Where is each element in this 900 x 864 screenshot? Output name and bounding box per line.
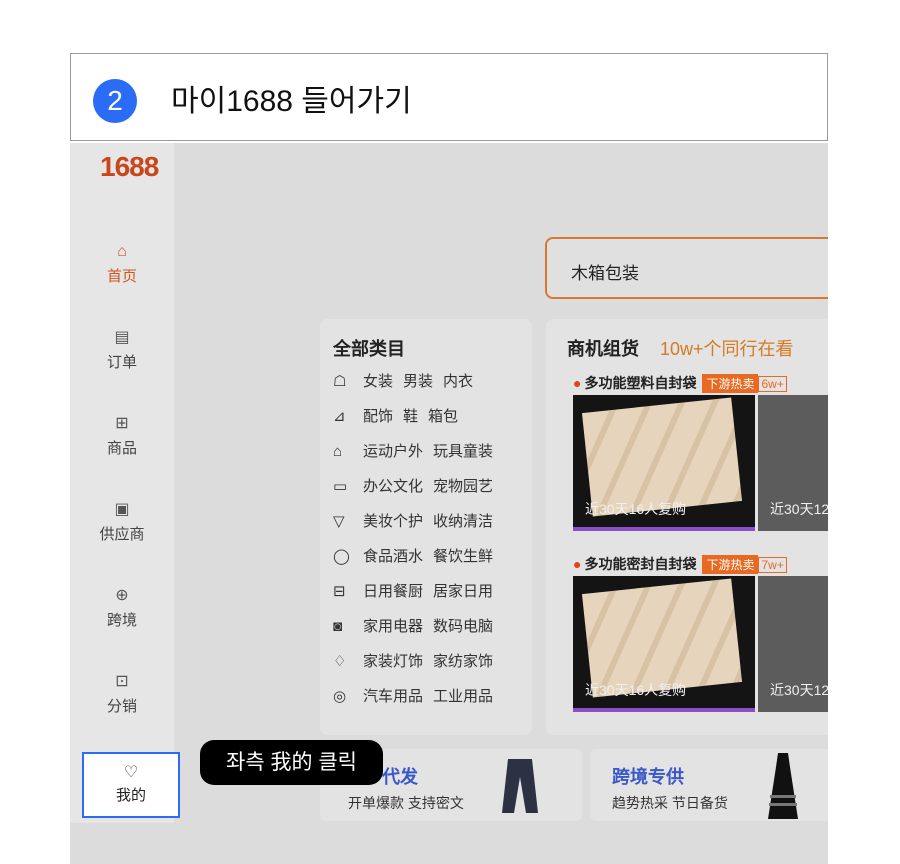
category-row[interactable]: ◎ 汽车用品 工业用品 — [333, 685, 493, 706]
fire-icon: ● — [573, 375, 582, 391]
deals-panel: 商机组货 10w+个同行在看 ● 多功能塑料自封袋 下游热卖 6w+ 近30天16人复… — [546, 319, 828, 735]
instruction-tooltip: 좌측 我的 클릭 — [200, 740, 383, 785]
search-value: 木箱包装 — [571, 264, 639, 283]
card-title: 跨境专供 — [612, 767, 684, 787]
deals-subtitle: 10w+个同行在看 — [660, 339, 794, 359]
category-row[interactable]: ⌂ 运动户外 玩具童装 — [333, 440, 493, 461]
repurchase-caption: 近30天16人复购 — [585, 501, 687, 517]
dress-image — [768, 753, 798, 819]
step-header: 2 마이1688 들어가기 — [70, 53, 828, 141]
apple-icon: ◯ — [333, 548, 350, 565]
search-input[interactable]: 木箱包装 — [545, 237, 828, 299]
supplier-icon: ▣ — [114, 501, 130, 518]
deal-item[interactable]: ● 多功能密封自封袋 下游热卖 7w+ — [573, 554, 787, 574]
home-icon: ⌂ — [117, 243, 127, 260]
sidebar-item-crossborder[interactable]: ⊕ 跨境 — [70, 585, 174, 630]
category-row[interactable]: ◙ 家用电器 数码电脑 — [333, 615, 493, 636]
product-image[interactable]: 近30天16人复购 — [573, 395, 755, 531]
category-row[interactable]: ▽ 美妆个护 收纳清洁 — [333, 510, 493, 531]
hot-badge: 下游热卖 — [702, 555, 759, 574]
category-panel: 全部类目 ☖ 女装 男装 内衣 ⊿ 配饰鞋箱包 ⌂ 运动户外 玩具童装 ▭ 办公文化 宠物园艺 … — [320, 319, 532, 735]
sidebar-item-orders[interactable]: ▤ 订单 — [70, 327, 174, 372]
wheel-icon: ◎ — [333, 688, 347, 705]
sidebar-item-label: 我的 — [115, 787, 146, 804]
deals-title: 商机组货 — [567, 339, 639, 359]
sidebar-item-label: 跨境 — [106, 612, 137, 629]
category-row[interactable]: ☖ 女装 男装 内衣 — [333, 370, 473, 391]
grid-icon: ⊞ — [115, 415, 129, 432]
sidebar-item-suppliers[interactable]: ▣ 供应商 — [70, 499, 174, 544]
tent-icon: ⌂ — [333, 443, 343, 460]
sidebar-item-home[interactable]: ⌂ 首页 — [70, 241, 174, 286]
deal-item[interactable]: ● 多功能塑料自封袋 下游热卖 6w+ — [573, 373, 787, 393]
count-badge: 6w+ — [758, 376, 787, 392]
sidebar-item-label: 首页 — [106, 268, 137, 285]
camera-icon: ◙ — [333, 618, 343, 635]
sidebar-item-label: 分销 — [106, 698, 137, 715]
card-subtitle: 趋势热采 节日备货 — [612, 795, 728, 811]
shirt-icon: ☖ — [333, 373, 347, 390]
sidebar-item-distribution[interactable]: ⊡ 分销 — [70, 671, 174, 716]
category-row[interactable]: ♢ 家装灯饰 家纺家饰 — [333, 650, 493, 671]
sidebar-item-label: 供应商 — [99, 526, 145, 543]
me-icon: ♡ — [123, 764, 139, 781]
app-screenshot: 1688 ⌂ 首页 ▤ 订单 ⊞ 商品 ▣ 供应商 ⊕ 跨境 ⊡ 分销 ♡ 我的 — [70, 143, 828, 864]
product-image[interactable]: 近30天16人复购 — [573, 576, 755, 712]
distribution-icon: ⊡ — [115, 673, 129, 690]
step-title: 마이1688 들어가기 — [171, 85, 412, 118]
sidebar-item-label: 订单 — [106, 354, 137, 371]
step-number-badge: 2 — [93, 79, 137, 123]
category-row[interactable]: ▭ 办公文化 宠物园艺 — [333, 475, 493, 496]
category-row[interactable]: ⊿ 配饰鞋箱包 — [333, 405, 458, 426]
globe-icon: ⊕ — [115, 587, 129, 604]
product-image[interactable]: 近30天12 — [758, 576, 828, 712]
sidebar-item-me[interactable]: ♡ 我的 — [82, 752, 180, 818]
fire-icon: ● — [573, 556, 582, 572]
card-title: 代发 — [382, 767, 418, 787]
sidebar-item-label: 商品 — [106, 440, 137, 457]
count-badge: 7w+ — [758, 557, 787, 573]
cup-icon: ▽ — [333, 513, 345, 530]
crossborder-card[interactable]: 跨境专供 趋势热采 节日备货 — [590, 749, 828, 821]
repurchase-caption: 近30天16人复购 — [585, 682, 687, 698]
app-logo[interactable]: 1688 — [100, 151, 159, 183]
hot-badge: 下游热卖 — [702, 374, 759, 393]
cabinet-icon: ⊟ — [333, 583, 346, 600]
card-subtitle: 开单爆款 支持密文 — [348, 795, 464, 811]
shoe-icon: ⊿ — [333, 408, 346, 425]
product-image[interactable]: 近30天12 — [758, 395, 828, 531]
order-icon: ▤ — [114, 329, 130, 346]
pants-image — [502, 759, 538, 813]
bulb-icon: ♢ — [333, 653, 347, 670]
category-title: 全部类目 — [333, 339, 405, 359]
category-row[interactable]: ⊟ 日用餐厨 居家日用 — [333, 580, 493, 601]
sidebar-item-products[interactable]: ⊞ 商品 — [70, 413, 174, 458]
category-row[interactable]: ◯ 食品酒水 餐饮生鲜 — [333, 545, 493, 566]
sidebar: 1688 ⌂ 首页 ▤ 订单 ⊞ 商品 ▣ 供应商 ⊕ 跨境 ⊡ 分销 — [70, 143, 174, 823]
briefcase-icon: ▭ — [333, 478, 348, 495]
